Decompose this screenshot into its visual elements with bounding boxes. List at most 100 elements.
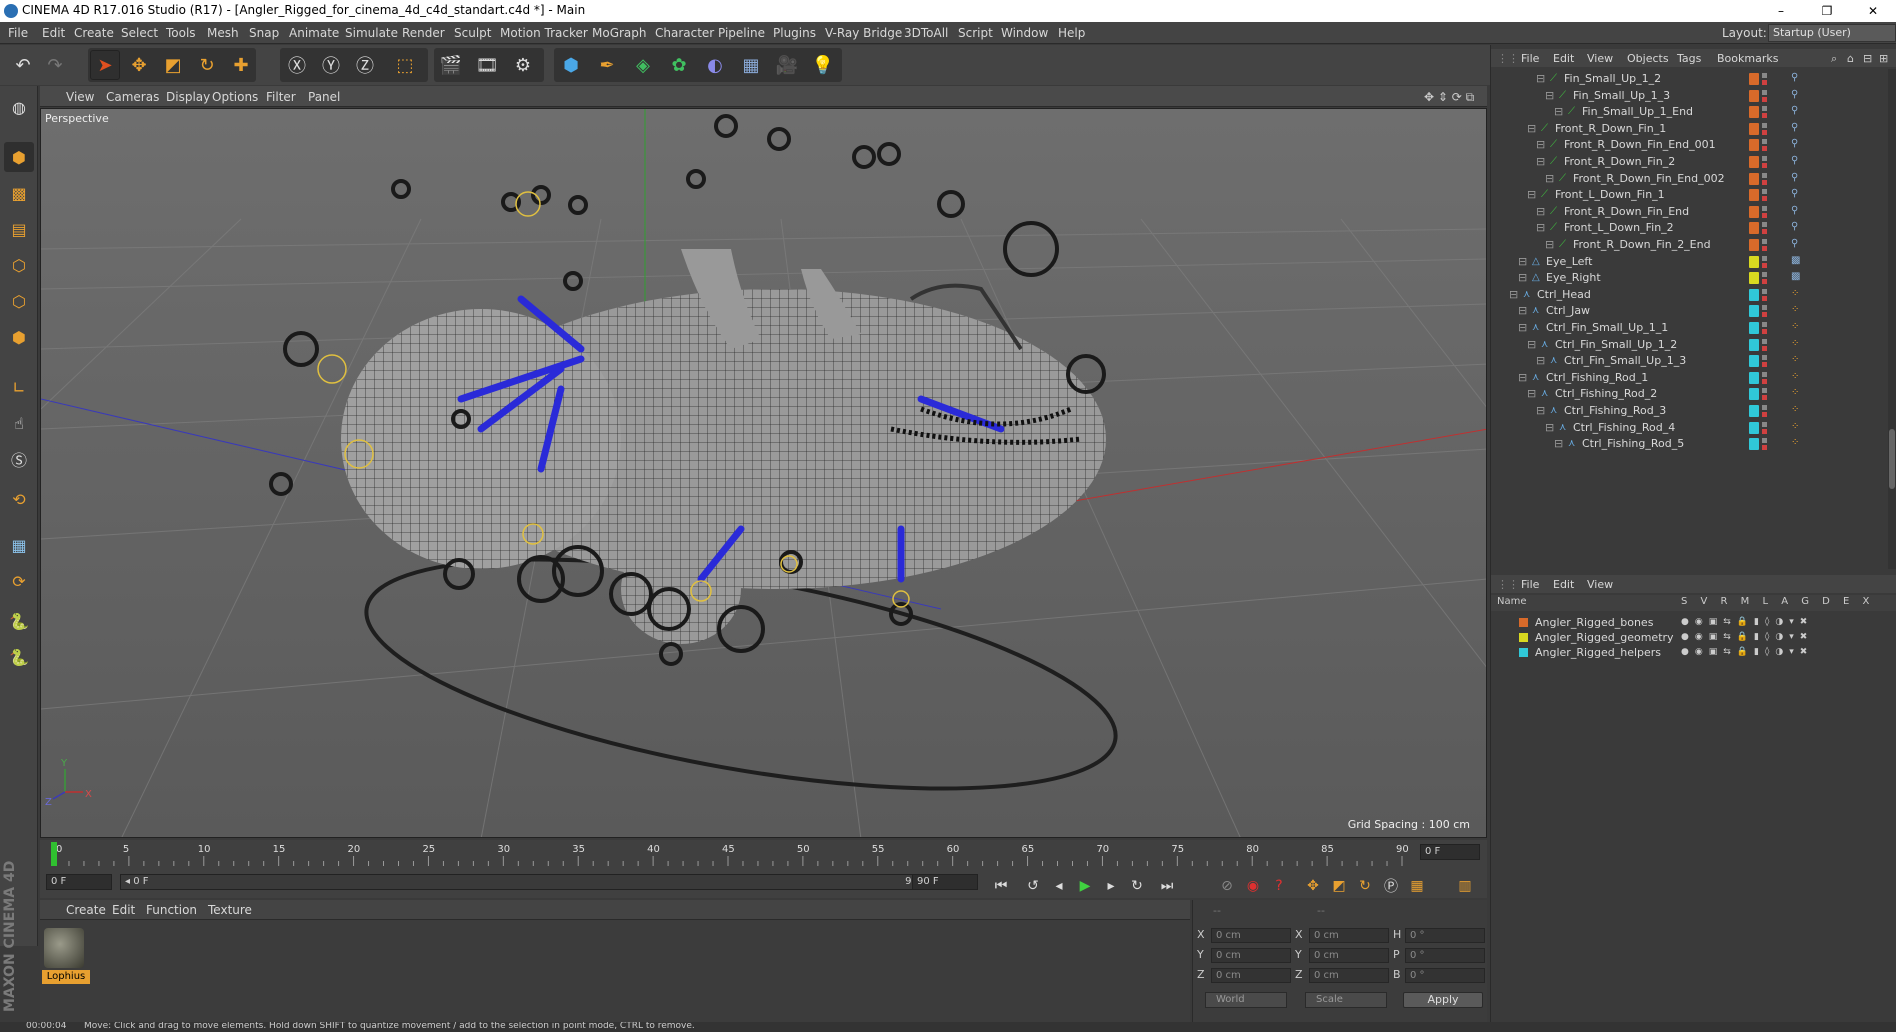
object-tag-icon[interactable]: ⚲ — [1791, 188, 1805, 202]
object-tag-icon[interactable]: ⚲ — [1791, 72, 1805, 86]
axis-mode-icon[interactable]: ∟ — [4, 372, 34, 402]
collapse-toggle-icon[interactable]: ⊟ — [1536, 221, 1545, 234]
object-tag-icon[interactable]: ⚲ — [1791, 221, 1805, 235]
layer-color-tag[interactable] — [1749, 156, 1759, 168]
visibility-dots-icon[interactable] — [1762, 222, 1767, 235]
layer-color-tag[interactable] — [1749, 338, 1759, 351]
object-tag-icon[interactable]: ⚲ — [1791, 155, 1805, 169]
menu-vray-bridge[interactable]: V-Ray Bridge — [825, 26, 902, 40]
z-axis-icon[interactable]: Ⓩ — [350, 50, 380, 80]
light-icon[interactable]: 💡 — [808, 50, 838, 80]
start-frame-field[interactable]: 0 F — [46, 874, 112, 890]
coordinate-space-select[interactable]: World — [1205, 992, 1287, 1008]
object-name[interactable]: Ctrl_Fin_Small_Up_1_3 — [1564, 354, 1686, 367]
layer-menu-file[interactable]: File — [1521, 578, 1539, 591]
object-tag-icon[interactable]: ⁘ — [1791, 354, 1805, 368]
layer-color-tag[interactable] — [1749, 305, 1759, 318]
menu-simulate[interactable]: Simulate — [345, 26, 398, 40]
om-new-view-icon[interactable]: ⊟ — [1863, 52, 1872, 65]
pen-spline-icon[interactable]: ✒ — [592, 50, 622, 80]
object-name[interactable]: Front_L_Down_Fin_1 — [1555, 188, 1665, 201]
object-tag-icon[interactable]: ⁘ — [1791, 387, 1805, 401]
collapse-toggle-icon[interactable]: ⊟ — [1536, 404, 1545, 417]
model-mode-icon[interactable]: ⬢ — [4, 142, 34, 172]
visibility-dots-icon[interactable] — [1762, 388, 1767, 401]
collapse-toggle-icon[interactable]: ⊟ — [1518, 255, 1527, 268]
object-name[interactable]: Fin_Small_Up_1_2 — [1564, 72, 1661, 85]
frame-range-slider[interactable]: ◂ 0 F 90 F ▸ — [120, 874, 940, 890]
visibility-dots-icon[interactable] — [1762, 405, 1767, 417]
transform-icon[interactable]: ✚ — [226, 50, 256, 80]
menu-plugins[interactable]: Plugins — [773, 26, 816, 40]
viewport-menu-cameras[interactable]: Cameras — [106, 90, 159, 104]
cube-icon[interactable]: ⬢ — [556, 50, 586, 80]
om-menu-bookmarks[interactable]: Bookmarks — [1717, 52, 1778, 65]
object-name[interactable]: Ctrl_Fishing_Rod_4 — [1573, 421, 1675, 434]
object-list[interactable]: ⊟ ⟋ Fin_Small_Up_1_2 ⚲ ⊟ ⟋ Fin_Small_Up_1_3 ⚲ ⊟ ⟋… — [1491, 69, 1896, 569]
visibility-dots-icon[interactable] — [1762, 438, 1767, 451]
object-name[interactable]: Ctrl_Fishing_Rod_3 — [1564, 404, 1666, 417]
object-tag-icon[interactable]: ⁘ — [1791, 338, 1805, 352]
coordinate-system-icon[interactable]: ⬚ — [390, 50, 420, 80]
snap-icon[interactable]: Ⓢ — [4, 444, 34, 474]
locked-workplane-icon[interactable]: ▦ — [4, 530, 34, 560]
om-expand-icon[interactable]: ⊞ — [1879, 52, 1888, 65]
collapse-toggle-icon[interactable]: ⊟ — [1545, 172, 1554, 185]
om-menu-view[interactable]: View — [1587, 52, 1613, 65]
undo-icon[interactable]: ↶ — [8, 50, 38, 80]
menu-sculpt[interactable]: Sculpt — [454, 26, 491, 40]
tweak-mode-icon[interactable]: ☝ — [4, 408, 34, 438]
object-name[interactable]: Ctrl_Fin_Small_Up_1_1 — [1546, 321, 1668, 334]
object-name[interactable]: Front_R_Down_Fin_End — [1564, 205, 1689, 218]
object-tag-icon[interactable]: ⁘ — [1791, 404, 1805, 418]
layer-color-tag[interactable] — [1749, 139, 1759, 152]
layer-color-tag[interactable] — [1749, 288, 1759, 301]
size-z-field[interactable]: 0 cm — [1309, 968, 1389, 983]
object-tag-icon[interactable]: ⚲ — [1791, 89, 1805, 103]
viewport-menu-panel[interactable]: Panel — [308, 90, 340, 104]
visibility-dots-icon[interactable] — [1762, 305, 1767, 318]
mograph-cloner-icon[interactable]: ✿ — [664, 50, 694, 80]
viewport-menu-options[interactable]: Options — [212, 90, 258, 104]
object-tag-icon[interactable]: ⁘ — [1791, 304, 1805, 318]
select-arrow-icon[interactable]: ➤ — [90, 50, 120, 80]
menu-mesh[interactable]: Mesh — [207, 26, 239, 40]
visibility-dots-icon[interactable] — [1762, 421, 1767, 434]
object-tag-icon[interactable]: ⁘ — [1791, 437, 1805, 451]
key-position-icon[interactable]: ✥ — [1302, 876, 1324, 896]
record-off-icon[interactable]: ⊘ — [1216, 876, 1238, 896]
python-icon[interactable]: 🐍 — [4, 606, 34, 636]
layer-menu-view[interactable]: View — [1587, 578, 1613, 591]
size-x-field[interactable]: 0 cm — [1309, 928, 1389, 943]
visibility-dots-icon[interactable] — [1762, 172, 1767, 185]
visibility-dots-icon[interactable] — [1762, 322, 1767, 334]
object-name[interactable]: Eye_Right — [1546, 271, 1601, 284]
collapse-toggle-icon[interactable]: ⊟ — [1527, 188, 1536, 201]
collapse-toggle-icon[interactable]: ⊟ — [1509, 288, 1518, 301]
collapse-toggle-icon[interactable]: ⊟ — [1536, 205, 1545, 218]
visibility-dots-icon[interactable] — [1762, 156, 1767, 168]
menu-snap[interactable]: Snap — [249, 26, 279, 40]
make-editable-icon[interactable]: ◍ — [4, 92, 34, 122]
object-tag-icon[interactable]: ⁘ — [1791, 321, 1805, 335]
minimize-button[interactable]: – — [1758, 0, 1804, 22]
visibility-dots-icon[interactable] — [1762, 122, 1767, 135]
size-y-field[interactable]: 0 cm — [1309, 948, 1389, 963]
menu-pipeline[interactable]: Pipeline — [718, 26, 765, 40]
edges-mode-icon[interactable]: ⬡ — [4, 286, 34, 316]
object-name[interactable]: Ctrl_Jaw — [1546, 304, 1590, 317]
collapse-toggle-icon[interactable]: ⊟ — [1518, 304, 1527, 317]
apply-button[interactable]: Apply — [1403, 992, 1483, 1008]
layer-menu-edit[interactable]: Edit — [1553, 578, 1574, 591]
material-name-label[interactable]: Lophius — [42, 970, 90, 984]
collapse-toggle-icon[interactable]: ⊟ — [1536, 155, 1545, 168]
object-tag-icon[interactable]: ⚲ — [1791, 205, 1805, 219]
om-home-icon[interactable]: ⌂ — [1847, 52, 1854, 65]
key-parameter-icon[interactable]: Ⓟ — [1380, 876, 1402, 896]
layer-color-swatch[interactable] — [1519, 633, 1528, 642]
rot-b-field[interactable]: 0 ° — [1405, 968, 1485, 983]
menu-animate[interactable]: Animate — [289, 26, 339, 40]
layer-row[interactable]: Angler_Rigged_bones ●◉▣⇆🔒▮◊◑▾✖ — [1491, 615, 1896, 630]
y-axis-icon[interactable]: Ⓨ — [316, 50, 346, 80]
maximize-button[interactable]: ❐ — [1804, 0, 1850, 22]
